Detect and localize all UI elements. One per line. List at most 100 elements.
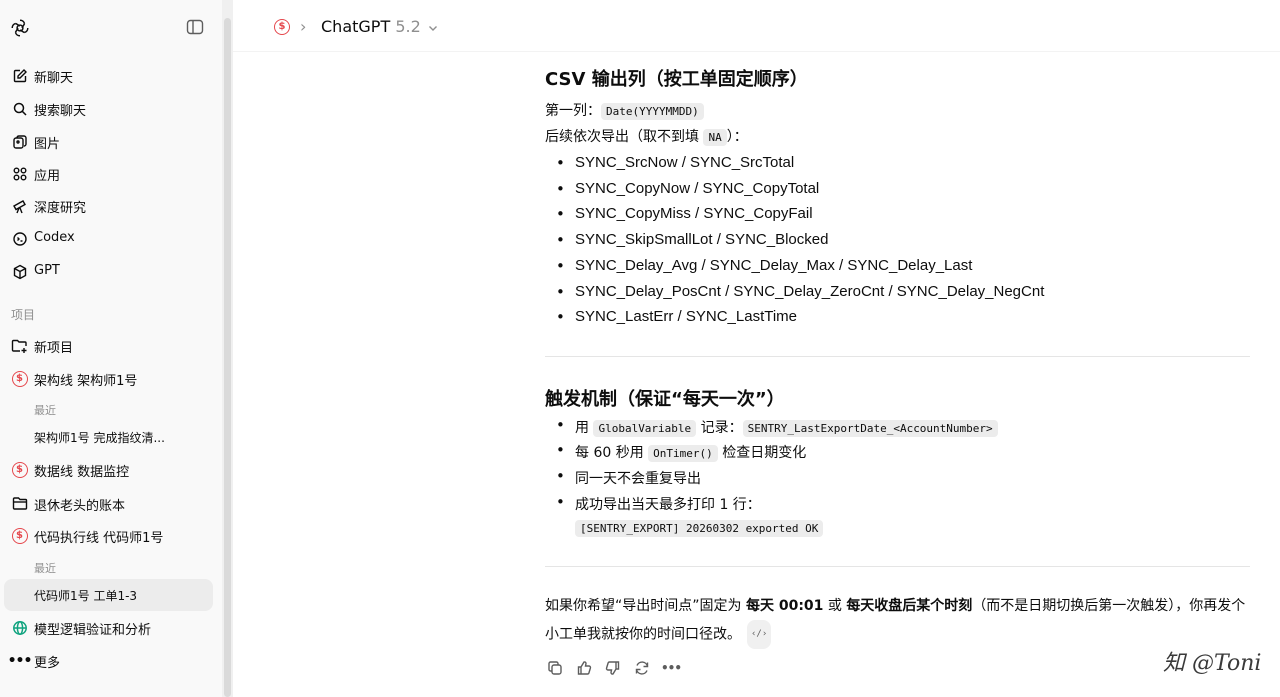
list-item: SYNC_CopyNow / SYNC_CopyTotal — [575, 180, 820, 197]
sidebar-item-project-data[interactable]: $ 数据线 数据监控 — [4, 454, 213, 484]
inline-code: GlobalVariable — [593, 420, 697, 437]
inline-code: SENTRY_LastExportDate_<AccountNumber> — [742, 420, 998, 437]
sidebar-item-new-project[interactable]: 新项目 — [4, 330, 213, 360]
sidebar-item-apps[interactable]: 应用 — [4, 158, 213, 188]
sidebar-item-search-chats[interactable]: 搜索聊天 — [4, 93, 213, 123]
message-actions: ••• — [546, 659, 682, 677]
bullet: • — [556, 416, 565, 434]
sidebar-item-label: 数据线 数据监控 — [34, 465, 130, 480]
sidebar-item-more[interactable]: ••• 更多 — [4, 645, 213, 675]
sidebar-item-deep-research[interactable]: 深度研究 — [4, 190, 213, 220]
sidebar-toggle-icon[interactable] — [186, 19, 204, 35]
inline-code: OnTimer() — [648, 445, 718, 462]
list-item: 同一天不会重复导出 — [575, 471, 701, 487]
search-icon — [11, 100, 28, 117]
section-heading: CSV 输出列（按工单固定顺序） — [545, 69, 808, 90]
code-source-tag[interactable]: ‹/› — [747, 620, 772, 649]
sidebar-item-active-chat[interactable]: 代码师1号 工单1-3 — [4, 579, 213, 611]
watermark: 知 @Toni — [1163, 651, 1262, 676]
text-span: ）： — [726, 129, 748, 145]
sidebar-item-new-chat[interactable]: 新聊天 — [4, 60, 213, 90]
list-item: SYNC_SkipSmallLot / SYNC_Blocked — [575, 231, 829, 248]
bullet: • — [556, 180, 565, 198]
openai-logo-icon[interactable] — [9, 17, 31, 39]
subsequent-columns-line: 后续依次导出（取不到填 NA）： — [545, 126, 748, 146]
sidebar-item-label: 搜索聊天 — [34, 104, 87, 119]
new-chat-icon — [11, 67, 28, 84]
closing-paragraph: 如果你希望“导出时间点”固定为 每天 00:01 或 每天收盘后某个时刻（而不是… — [545, 593, 1255, 649]
list-item: SYNC_CopyMiss / SYNC_CopyFail — [575, 205, 813, 222]
bullet: • — [556, 308, 565, 326]
text-span: 检查日期变化 — [717, 445, 807, 461]
bullet: • — [556, 493, 565, 511]
bullet: • — [556, 441, 565, 459]
text-span: 用 — [575, 420, 594, 436]
list-item: SYNC_LastErr / SYNC_LastTime — [575, 308, 798, 325]
projects-section-label: 项目 — [11, 308, 36, 322]
bullet: • — [556, 231, 565, 249]
model-name: ChatGPT — [321, 17, 391, 36]
sidebar-item-label: 新项目 — [34, 341, 74, 356]
sidebar-item-label: 代码执行线 代码师1号 — [34, 531, 164, 546]
more-options-icon[interactable]: ••• — [661, 659, 682, 677]
list-item: SYNC_SrcNow / SYNC_SrcTotal — [575, 154, 795, 171]
list-item: 每 60 秒用 OnTimer() 检查日期变化 — [575, 442, 806, 462]
sidebar-item-label: Codex — [34, 230, 75, 245]
bold-text: 每天收盘后某个时刻 — [846, 598, 973, 614]
list-item: SYNC_Delay_Avg / SYNC_Delay_Max / SYNC_D… — [575, 257, 973, 274]
bullet: • — [556, 283, 565, 301]
sidebar-item-project-code[interactable]: $ 代码执行线 代码师1号 — [4, 520, 213, 550]
copy-icon[interactable] — [546, 659, 564, 677]
regenerate-icon[interactable] — [633, 659, 651, 677]
sidebar-item-label: 代码师1号 工单1-3 — [34, 589, 138, 603]
sidebar-item-images[interactable]: 图片 — [4, 126, 213, 156]
inline-code: NA — [703, 129, 727, 146]
sidebar-item-label: 图片 — [34, 137, 61, 152]
inline-code: [SENTRY_EXPORT] 20260302 exported OK — [575, 520, 824, 537]
sidebar-item-label: GPT — [34, 263, 60, 278]
sidebar: 新聊天 搜索聊天 图片 应用 深度研究 Codex GPT 项目 新项目 $ 架… — [0, 0, 222, 697]
gpt-cube-icon — [11, 263, 28, 280]
inline-code: Date(YYYYMMDD) — [601, 103, 704, 120]
recent-label: 最近 — [34, 404, 56, 417]
sidebar-item-codex[interactable]: Codex — [4, 223, 213, 253]
sidebar-item-label: 退休老头的账本 — [34, 499, 126, 514]
first-column-label: 第一列： — [545, 103, 601, 119]
recent-label: 最近 — [34, 562, 56, 575]
model-version: 5.2 — [395, 17, 421, 36]
sidebar-item-project-model[interactable]: 模型逻辑验证和分析 — [4, 612, 213, 642]
dollar-icon: $ — [11, 461, 28, 478]
breadcrumb-chevron-icon: › — [300, 17, 307, 36]
thumbs-down-icon[interactable] — [604, 659, 622, 677]
section-heading: 触发机制（保证“每天一次”） — [545, 389, 785, 410]
bullet: • — [556, 257, 565, 275]
apps-icon — [11, 165, 28, 182]
dollar-icon: $ — [11, 527, 28, 544]
sidebar-item-label: 深度研究 — [34, 201, 87, 216]
text-span: 记录： — [696, 420, 743, 436]
divider — [545, 356, 1250, 357]
text-span: 后续依次导出（取不到填 — [545, 129, 704, 145]
sidebar-item-label: 架构师1号 完成指纹清... — [34, 431, 165, 445]
project-dollar-icon[interactable]: $ — [274, 19, 290, 35]
code-line: [SENTRY_EXPORT] 20260302 exported OK — [575, 520, 824, 537]
list-item: SYNC_Delay_PosCnt / SYNC_Delay_ZeroCnt /… — [575, 283, 1045, 300]
sidebar-item-label: 模型逻辑验证和分析 — [34, 623, 152, 638]
sidebar-item-label: 更多 — [34, 656, 61, 671]
sidebar-scrollbar-thumb[interactable] — [224, 18, 231, 697]
sidebar-item-label: 架构线 架构师1号 — [34, 374, 138, 389]
bullet: • — [556, 467, 565, 485]
first-column-line: 第一列： Date(YYYYMMDD) — [545, 100, 704, 120]
globe-icon — [11, 619, 28, 636]
codex-icon — [11, 230, 28, 247]
chevron-down-icon — [428, 25, 437, 31]
sidebar-item-project-ledger[interactable]: 退休老头的账本 — [4, 488, 213, 518]
sidebar-item-recent-chat[interactable]: 架构师1号 完成指纹清... — [4, 422, 213, 452]
sidebar-item-gpt[interactable]: GPT — [4, 256, 213, 286]
bullet: • — [556, 205, 565, 223]
dollar-icon: $ — [11, 370, 28, 387]
sidebar-item-project-architect[interactable]: $ 架构线 架构师1号 — [4, 363, 213, 393]
thumbs-up-icon[interactable] — [575, 659, 593, 677]
bold-text: 每天 00:01 — [745, 598, 824, 614]
model-selector[interactable]: ChatGPT 5.2 — [321, 17, 438, 36]
